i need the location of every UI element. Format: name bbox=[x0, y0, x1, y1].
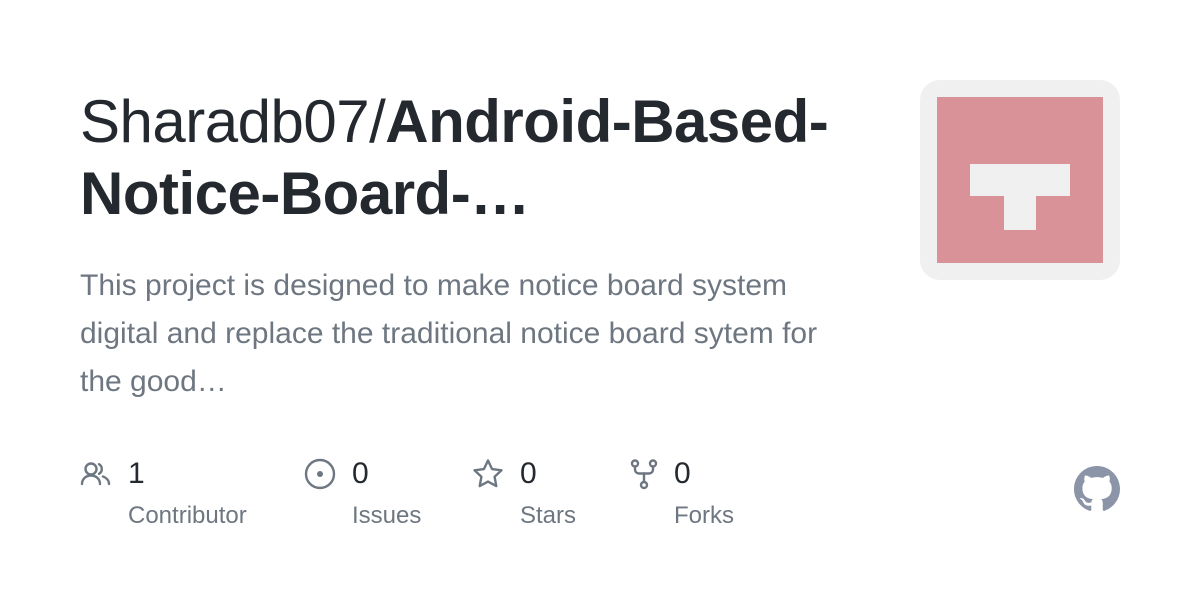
identicon bbox=[937, 97, 1103, 263]
repo-stats: 1 Contributor 0 Issues 0 Stars 0 Forks bbox=[80, 454, 840, 544]
github-logo-icon[interactable] bbox=[1074, 466, 1120, 512]
stat-issues-value: 0 bbox=[352, 457, 369, 490]
stat-forks-label: Forks bbox=[674, 502, 734, 529]
stat-contributors-value: 1 bbox=[128, 457, 145, 490]
stat-issues-label: Issues bbox=[352, 502, 422, 529]
repo-title: Sharadb07/Android-Based-Notice-Board-… bbox=[80, 86, 840, 230]
stat-stars-label: Stars bbox=[520, 502, 577, 529]
fork-icon bbox=[630, 459, 658, 490]
people-icon bbox=[80, 462, 111, 486]
owner-name: Sharadb07/ bbox=[80, 88, 386, 155]
star-icon bbox=[473, 459, 503, 488]
owner-avatar bbox=[920, 80, 1120, 280]
repo-description: This project is designed to make notice … bbox=[80, 269, 818, 398]
issue-icon bbox=[304, 458, 336, 490]
stat-stars-value: 0 bbox=[520, 457, 537, 490]
stat-contributors-label: Contributor bbox=[128, 502, 247, 529]
stat-forks-value: 0 bbox=[674, 457, 691, 490]
